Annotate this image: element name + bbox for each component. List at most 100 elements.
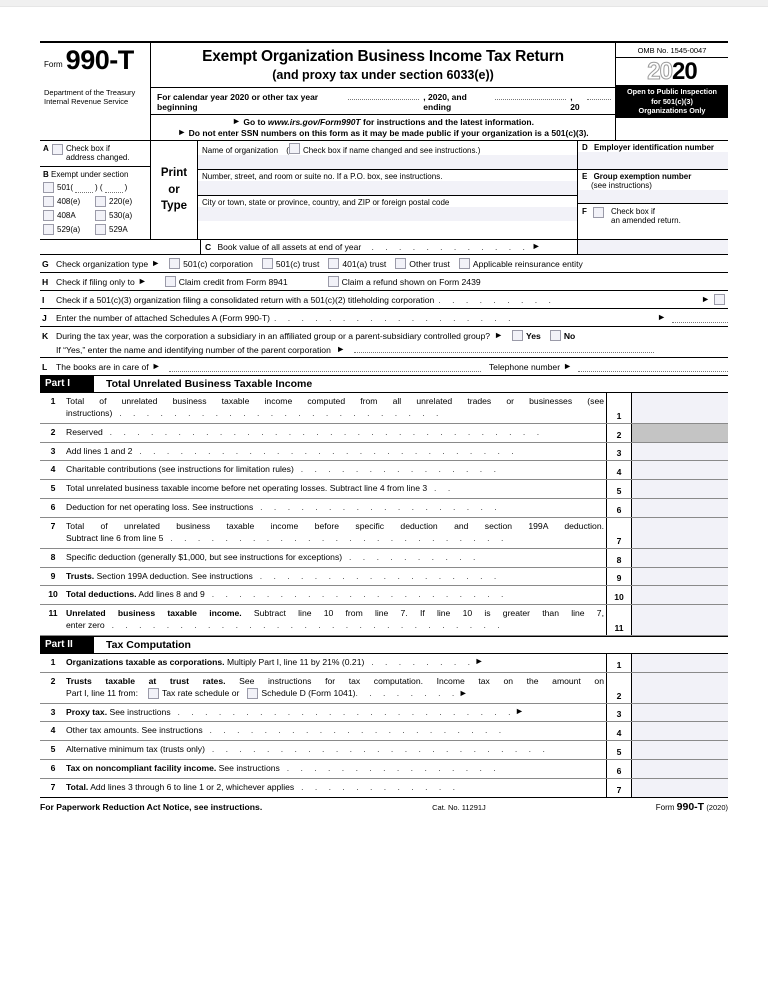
option-529A[interactable]: 529A	[95, 224, 147, 235]
option-220e[interactable]: 220(e)	[95, 196, 147, 207]
line-number: 11	[48, 608, 58, 619]
line-k-no-option[interactable]: No	[549, 330, 575, 341]
schedule-d-1041-checkbox[interactable]	[247, 688, 259, 700]
amount-input[interactable]	[632, 722, 728, 741]
option-529A-checkbox[interactable]	[95, 224, 106, 235]
organization-name-row: Name of organization (Check box if name …	[198, 141, 577, 170]
line-k-yes-checkbox[interactable]	[512, 330, 523, 341]
tax-year-begin-input[interactable]	[347, 90, 420, 100]
amended-return-checkbox[interactable]	[593, 207, 604, 218]
org-type-401a-trust-checkbox[interactable]	[328, 258, 340, 269]
org-type-501c-trust-label: 501(c) trust	[275, 258, 320, 269]
option-408a-checkbox[interactable]	[43, 210, 54, 221]
org-type-applicable-reinsurance-entity[interactable]: Applicable reinsurance entity	[458, 258, 583, 269]
line-box-number: 10	[606, 586, 632, 605]
table-row: 2 Reserved . . . . . . . . . . . . . . .…	[40, 423, 728, 443]
tax-year-end-input[interactable]	[494, 90, 567, 100]
line-k-yes-label: Yes	[526, 330, 541, 341]
line-box-number: 8	[606, 548, 632, 567]
option-501c-sub2-input[interactable]	[104, 183, 123, 193]
name-changed-checkbox[interactable]	[288, 143, 300, 154]
goto-url[interactable]: www.irs.gov/Form990T	[268, 117, 361, 127]
line-i-checkbox[interactable]	[714, 294, 725, 305]
line-text-bold: Proxy tax.	[66, 706, 108, 717]
amount-input[interactable]	[632, 672, 728, 703]
box-b-title-row: B Exempt under section	[43, 170, 147, 179]
form-page: Form 990-T Department of the Treasury In…	[0, 7, 768, 1001]
amount-input[interactable]	[632, 518, 728, 548]
line-number: 7	[50, 782, 56, 793]
option-529a-paren-checkbox[interactable]	[43, 224, 54, 235]
amount-input[interactable]	[632, 654, 728, 672]
box-f-amended-return-row: F Check box if an amended return.	[578, 204, 728, 229]
org-type-501c-corporation[interactable]: 501(c) corporation	[169, 258, 253, 269]
city-state-zip-input[interactable]	[198, 207, 577, 221]
option-530a-checkbox[interactable]	[95, 210, 106, 221]
amount-input[interactable]	[632, 499, 728, 518]
org-type-other-trust[interactable]: Other trust	[395, 258, 450, 269]
line-number: 10	[48, 589, 58, 600]
part-i-title: Total Unrelated Business Taxable Income	[106, 378, 313, 390]
amount-input[interactable]	[632, 393, 728, 423]
telephone-number-input[interactable]	[578, 362, 728, 372]
amount-input[interactable]	[632, 605, 728, 636]
option-501c-checkbox[interactable]	[43, 182, 54, 193]
org-type-other-trust-checkbox[interactable]	[395, 258, 407, 269]
filing-claim-credit-8941-checkbox[interactable]	[164, 276, 176, 287]
street-address-input[interactable]	[198, 181, 577, 195]
amount-input[interactable]	[632, 779, 728, 797]
amount-input[interactable]	[632, 760, 728, 779]
org-type-501c-trust[interactable]: 501(c) trust	[261, 258, 320, 269]
box-c-dots: . . . . . . . . . . . .	[371, 242, 530, 252]
option-501c[interactable]: 501( ) ( )	[43, 182, 147, 193]
amount-input[interactable]	[632, 586, 728, 605]
amount-input[interactable]	[632, 461, 728, 480]
org-type-401a-trust[interactable]: 401(a) trust	[328, 258, 386, 269]
option-530a[interactable]: 530(a)	[95, 210, 147, 221]
schedules-a-count-input[interactable]	[672, 313, 728, 323]
amount-input[interactable]	[632, 548, 728, 567]
line-box-number: 6	[606, 499, 632, 518]
ssn-warning-text: Do not enter SSN numbers on this form as…	[188, 128, 589, 138]
line-number: 8	[50, 551, 56, 562]
line-j-dots: . . . . . . . . . . . . . . . . . .	[274, 312, 516, 323]
option-408a[interactable]: 408A	[43, 210, 95, 221]
box-e-label-row: E Group exemption number	[578, 170, 728, 181]
ein-input[interactable]	[578, 152, 728, 169]
option-408e-checkbox[interactable]	[43, 196, 54, 207]
line-text-main: Specific deduction (generally $1,000, bu…	[66, 551, 343, 562]
open-public-line-2: for 501(c)(3)	[651, 96, 693, 106]
group-exemption-input[interactable]	[578, 190, 728, 203]
option-501c-sub1-input[interactable]	[75, 183, 94, 193]
open-public-line-3: Organizations Only	[638, 105, 706, 115]
option-408e[interactable]: 408(e)	[43, 196, 95, 207]
amount-input[interactable]	[632, 567, 728, 586]
line-text-part-2: Subtract line 6 from line 5	[66, 532, 164, 543]
book-value-input[interactable]	[578, 240, 728, 254]
org-type-501c-trust-checkbox[interactable]	[261, 258, 273, 269]
tax-year-end-yy-input[interactable]	[587, 90, 611, 100]
amount-input[interactable]	[632, 741, 728, 760]
organization-name-input[interactable]	[198, 155, 577, 169]
line-k-no-checkbox[interactable]	[549, 330, 561, 341]
amount-input[interactable]	[632, 442, 728, 461]
box-b-exempt-under-section: B Exempt under section 501( ) ( ) 408(e)…	[40, 167, 150, 239]
parent-corporation-input[interactable]	[353, 343, 654, 353]
address-changed-checkbox[interactable]	[52, 144, 63, 155]
line-2-prefix: Part I, line 11 from:	[66, 687, 138, 698]
filing-claim-refund-2439-checkbox[interactable]	[327, 276, 339, 287]
org-type-501c-corporation-checkbox[interactable]	[169, 258, 181, 269]
option-530a-label: 530(a)	[109, 211, 133, 220]
amount-input[interactable]	[632, 480, 728, 499]
books-care-of-input[interactable]	[168, 362, 481, 372]
filing-claim-credit-8941[interactable]: Claim credit from Form 8941	[164, 276, 288, 287]
tax-rate-schedule-checkbox[interactable]	[147, 688, 159, 700]
amount-input[interactable]	[632, 703, 728, 722]
name-changed-note: Check box if name changed and see instru…	[302, 146, 481, 155]
option-220e-checkbox[interactable]	[95, 196, 106, 207]
line-j-row: J Enter the number of attached Schedules…	[40, 309, 728, 327]
filing-claim-refund-2439[interactable]: Claim a refund shown on Form 2439	[327, 276, 481, 287]
line-k-yes-option[interactable]: Yes	[512, 330, 541, 341]
org-type-applicable-reinsurance-entity-checkbox[interactable]	[458, 258, 470, 269]
option-529a-paren[interactable]: 529(a)	[43, 224, 95, 235]
